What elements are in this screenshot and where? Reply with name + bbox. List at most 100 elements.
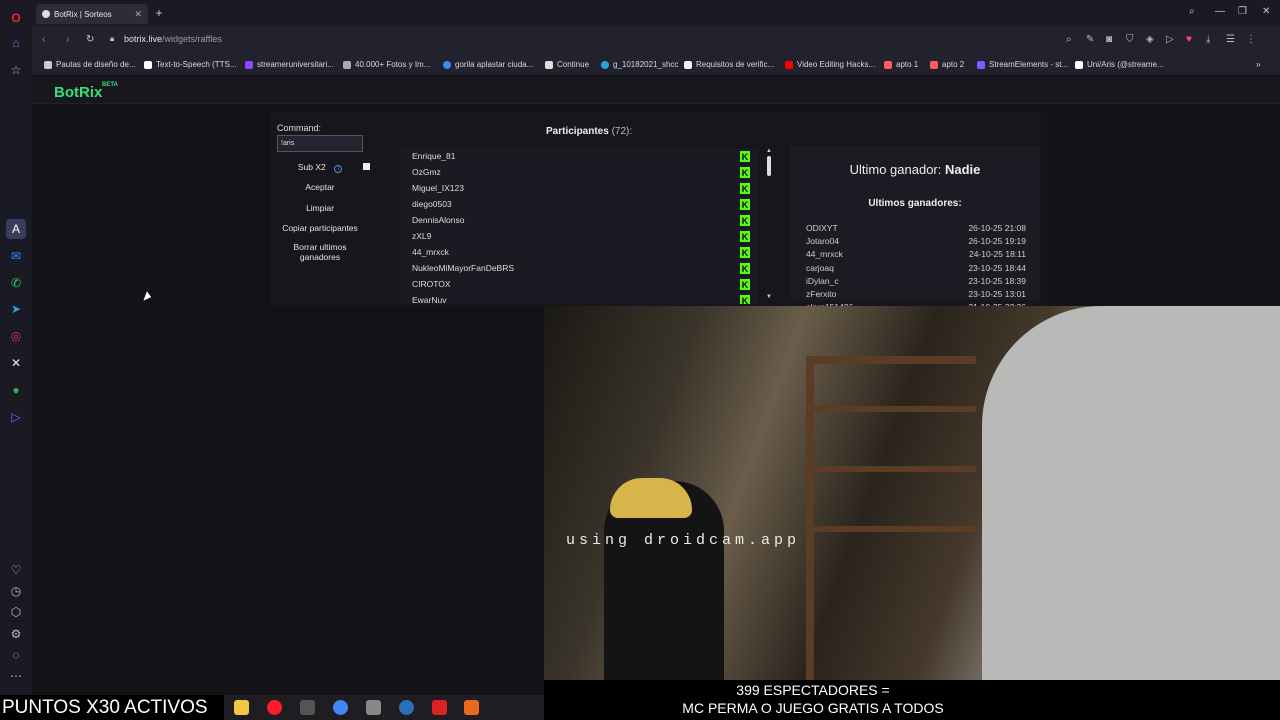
scroll-thumb[interactable] — [767, 156, 771, 176]
participants-scrollbar[interactable]: ▲ ▼ — [766, 148, 772, 304]
participants-heading: Participantes (72): — [546, 126, 632, 137]
bookmark-item[interactable]: Uni/Aris (@streame... — [1075, 60, 1164, 69]
bookmark-item[interactable]: Requisitos de verific... — [684, 60, 774, 69]
search-icon[interactable]: ⌕ — [1066, 34, 1072, 45]
url-domain: botrix.live — [124, 34, 163, 44]
heart-fill-icon[interactable]: ♥ — [1186, 34, 1192, 45]
bookmark-item[interactable]: Video Editing Hacks... — [785, 60, 875, 69]
download-icon[interactable]: ⤓ — [1206, 34, 1210, 45]
instagram-icon[interactable]: ◎ — [6, 326, 26, 346]
list-item: EwarNuv — [412, 295, 447, 304]
webcam-feed: using droidcam.app — [544, 306, 1280, 695]
play-icon[interactable]: ▷ — [1166, 34, 1174, 45]
kick-icon: K — [740, 199, 750, 210]
bookmark-item[interactable]: Pautas de diseño de... — [44, 60, 136, 69]
new-tab-button[interactable]: + — [152, 6, 166, 20]
camera-icon[interactable]: ◙ — [1106, 34, 1112, 45]
lock-icon: 🔒︎ — [110, 34, 115, 43]
tab-favicon-icon — [42, 10, 50, 18]
player-icon[interactable]: ▷ — [6, 407, 26, 427]
messenger-icon[interactable]: ✉ — [6, 246, 26, 266]
accept-button[interactable]: Aceptar — [277, 182, 363, 192]
opera-logo-icon[interactable]: O — [6, 8, 26, 28]
chrome-icon[interactable] — [333, 700, 348, 715]
shelf-side — [806, 356, 814, 695]
steam-icon[interactable] — [399, 700, 414, 715]
extensions-icon[interactable]: ⬡ — [6, 602, 26, 622]
url-field[interactable]: botrix.live/widgets/raffles — [124, 34, 222, 44]
bookmark-item[interactable]: g_10182021_shcc — [601, 60, 678, 69]
droidcam-watermark: using droidcam.app — [566, 532, 801, 549]
winner-date: 23-10-25 18:44 — [968, 263, 1026, 273]
bookmarks-more-icon[interactable]: » — [1256, 60, 1260, 69]
bookmark-item[interactable]: 40.000+ Fotos y Im... — [343, 60, 430, 69]
kick-icon: K — [740, 263, 750, 274]
home-icon[interactable]: ⌂ — [6, 33, 26, 53]
participants-list[interactable]: Enrique_81 OzGmz Miguel_IX123 diego0503 … — [400, 148, 758, 304]
scroll-down-icon[interactable]: ▼ — [766, 294, 772, 300]
settings-icon[interactable]: ⚙ — [6, 624, 26, 644]
info-icon[interactable]: i — [334, 165, 343, 173]
shield-icon[interactable]: ⛉ — [1126, 34, 1134, 45]
tab-botrix[interactable]: BotRix | Sorteos ✕ — [36, 4, 148, 24]
x-icon[interactable]: ✕ — [6, 353, 26, 373]
tab-close-icon[interactable]: ✕ — [134, 9, 142, 20]
last-winner-label: Ultimo ganador: — [849, 162, 942, 177]
bookmark-item[interactable]: apto 2 — [930, 60, 964, 69]
app-icon[interactable] — [300, 700, 315, 715]
restore-icon[interactable]: ❐ — [1238, 6, 1247, 17]
bookmark-item[interactable]: StreamElements - st... — [977, 60, 1068, 69]
whatsapp-icon[interactable]: ✆ — [6, 273, 26, 293]
scroll-up-icon[interactable]: ▲ — [766, 148, 772, 154]
bookmark-item[interactable]: Text-to-Speech (TTS... — [144, 60, 236, 69]
minimize-icon[interactable]: — — [1215, 6, 1225, 17]
forward-icon[interactable]: › — [66, 34, 69, 45]
botrix-logo[interactable]: BotRix — [54, 84, 102, 101]
menu-icon[interactable]: ☰ — [1226, 34, 1235, 45]
winner-date: 23-10-25 18:39 — [968, 276, 1026, 286]
url-path: /widgets/raffles — [162, 34, 222, 44]
bookmark-item[interactable]: Continue — [545, 60, 589, 69]
bookmark-label: Text-to-Speech (TTS... — [156, 60, 237, 69]
tips-icon[interactable]: ◌ — [6, 645, 26, 665]
winner-date: 23-10-25 13:01 — [968, 289, 1026, 299]
history-icon[interactable]: ◷ — [6, 581, 26, 601]
shelf — [806, 406, 976, 412]
winner-name: ODIXYT — [806, 223, 838, 233]
search-tabs-icon[interactable]: ⌕ — [1189, 6, 1195, 17]
edit-icon[interactable]: ✎ — [1086, 34, 1094, 45]
copy-participants-button[interactable]: Copiar participantes — [277, 223, 363, 233]
winner-row: carjoaq 23-10-25 18:44 — [806, 263, 1026, 273]
more-icon[interactable]: ⋯ — [6, 666, 26, 686]
opera-taskbar-icon[interactable] — [267, 700, 282, 715]
vpn-icon[interactable]: ◈ — [1146, 34, 1154, 45]
spotify-icon[interactable]: ● — [6, 380, 26, 400]
telegram-icon[interactable]: ➤ — [6, 299, 26, 319]
reload-icon[interactable]: ↻ — [86, 34, 94, 45]
delete-winners-line1: Borrar ultimos — [293, 242, 347, 252]
back-icon[interactable]: ‹ — [42, 34, 45, 45]
bookmark-item[interactable]: streameruniversitari... — [245, 60, 334, 69]
delete-winners-button[interactable]: Borrar ultimos ganadores — [277, 242, 363, 262]
bookmark-item[interactable]: apto 1 — [884, 60, 918, 69]
bookmark-label: Requisitos de verific... — [696, 60, 775, 69]
bookmark-label: Video Editing Hacks... — [797, 60, 876, 69]
profile-icon[interactable]: ⋮ — [1246, 34, 1256, 45]
bookmark-label: gorila aplastar ciuda... — [455, 60, 534, 69]
obs-icon[interactable] — [464, 700, 479, 715]
heart-icon[interactable]: ♡ — [6, 560, 26, 580]
winner-date: 26-10-25 19:19 — [968, 236, 1026, 246]
close-window-icon[interactable]: ✕ — [1262, 6, 1270, 17]
file-explorer-icon[interactable] — [234, 700, 249, 715]
bookmark-item[interactable]: gorila aplastar ciuda... — [443, 60, 533, 69]
sub-x2-checkbox[interactable] — [363, 163, 370, 170]
command-input[interactable]: !aris — [277, 135, 363, 152]
clear-button[interactable]: Limpiar — [277, 203, 363, 213]
aria-icon[interactable]: A — [6, 219, 26, 239]
bookmark-label: Continue — [557, 60, 590, 69]
pinboard-icon[interactable]: ☆ — [6, 60, 26, 80]
app-red-icon[interactable] — [432, 700, 447, 715]
kick-icon: K — [740, 231, 750, 242]
window-icon[interactable] — [366, 700, 381, 715]
sub-x2-toggle[interactable]: Sub X2 i — [277, 162, 363, 173]
